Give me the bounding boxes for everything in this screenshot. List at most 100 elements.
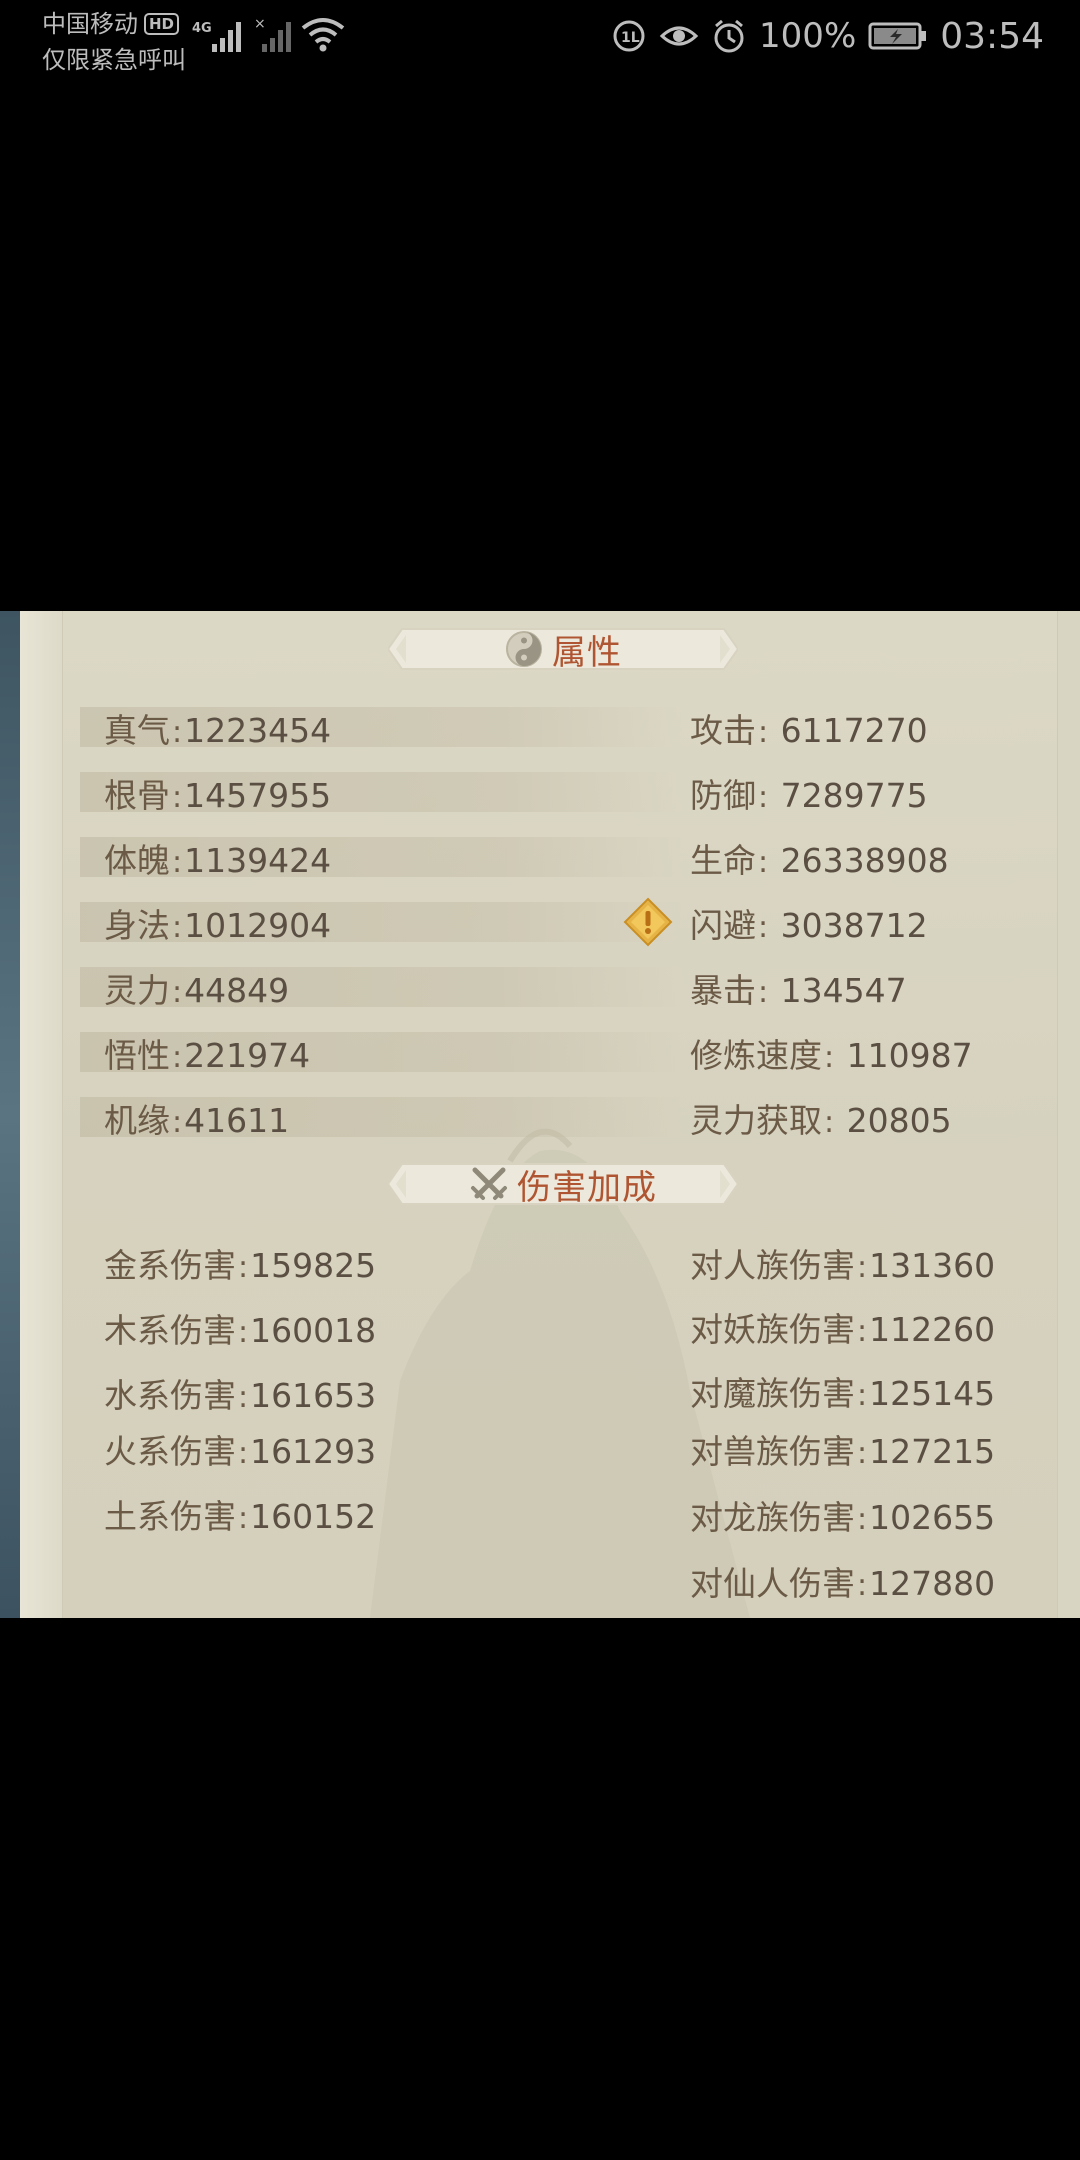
status-right-group: 1L 100% 03:54 bbox=[611, 12, 1044, 60]
stat-value: 20805 bbox=[846, 1101, 952, 1140]
stat-value: 134547 bbox=[780, 971, 907, 1010]
stat-label: 对兽族伤害 bbox=[690, 1432, 855, 1471]
stat-label: 生命 bbox=[690, 841, 756, 880]
signal-no-sim-icon: × bbox=[254, 16, 291, 52]
stat-value: 160018 bbox=[250, 1311, 377, 1350]
left-decor-strip bbox=[0, 611, 20, 1618]
stat-label: 灵力 bbox=[104, 971, 170, 1010]
dmg-vs-dragon: 对龙族伤害:102655 bbox=[690, 1498, 996, 1537]
svg-text:×: × bbox=[254, 16, 266, 32]
stat-value: 1457955 bbox=[184, 776, 332, 815]
stat-label: 攻击 bbox=[690, 711, 756, 750]
stat-label: 防御 bbox=[690, 776, 756, 815]
warning-diamond-icon[interactable] bbox=[623, 897, 673, 947]
stat-value: 6117270 bbox=[780, 711, 928, 750]
stat-label: 真气 bbox=[104, 711, 170, 750]
network-type-label: 4G bbox=[192, 21, 212, 36]
dmg-vs-mo: 对魔族伤害:125145 bbox=[690, 1374, 996, 1413]
attributes-title: 属性 bbox=[552, 632, 622, 673]
alarm-icon bbox=[714, 19, 744, 53]
stat-dodge: 闪避: 3038712 bbox=[690, 906, 928, 945]
dmg-vs-beast: 对兽族伤害:127215 bbox=[690, 1432, 996, 1471]
stat-label: 土系伤害 bbox=[104, 1497, 236, 1536]
stat-label: 暴击 bbox=[690, 971, 756, 1010]
carrier-name: 中国移动 bbox=[42, 10, 138, 38]
stat-value: 1223454 bbox=[184, 711, 332, 750]
stat-value: 44849 bbox=[184, 971, 290, 1010]
stat-label: 机缘 bbox=[104, 1101, 170, 1140]
stat-label: 修炼速度 bbox=[690, 1036, 822, 1075]
dmg-wood: 木系伤害:160018 bbox=[104, 1311, 377, 1350]
dmg-earth: 土系伤害:160152 bbox=[104, 1497, 377, 1536]
stat-value: 112260 bbox=[869, 1310, 996, 1349]
nfc-icon: 1L bbox=[613, 20, 645, 52]
dmg-fire: 火系伤害:161293 bbox=[104, 1432, 377, 1471]
stat-label: 体魄 bbox=[104, 841, 170, 880]
stat-gengu: 根骨:1457955 bbox=[104, 776, 332, 815]
stat-value: 131360 bbox=[869, 1246, 996, 1285]
stat-label: 对仙人伤害 bbox=[690, 1564, 855, 1603]
stat-hp: 生命: 26338908 bbox=[690, 841, 949, 880]
battery-charging-icon bbox=[868, 22, 927, 50]
stat-tipo: 体魄:1139424 bbox=[104, 841, 332, 880]
stat-label: 灵力获取 bbox=[690, 1101, 822, 1140]
stat-value: 3038712 bbox=[780, 906, 928, 945]
stat-label: 悟性 bbox=[104, 1036, 170, 1075]
attributes-header: 属性 bbox=[388, 625, 738, 673]
battery-percent: 100% bbox=[759, 16, 857, 56]
scroll-right-border bbox=[1057, 611, 1080, 1618]
stat-zhenqi: 真气:1223454 bbox=[104, 711, 332, 750]
wifi-icon bbox=[301, 18, 345, 52]
stat-jiyuan: 机缘:41611 bbox=[104, 1101, 290, 1140]
stat-value: 221974 bbox=[184, 1036, 311, 1075]
status-bar: 中国移动 HD 仅限紧急呼叫 4G × 1L 100% 03:54 bbox=[0, 0, 1080, 80]
stat-value: 41611 bbox=[184, 1101, 290, 1140]
stat-value: 127880 bbox=[869, 1564, 996, 1603]
stat-crit: 暴击: 134547 bbox=[690, 971, 907, 1010]
stat-value: 26338908 bbox=[780, 841, 949, 880]
dmg-vs-demon-yao: 对妖族伤害:112260 bbox=[690, 1310, 996, 1349]
stat-attack: 攻击: 6117270 bbox=[690, 711, 928, 750]
character-stats-panel: 属性 真气:1223454 根骨:1457955 体魄:1139424 身法:1… bbox=[0, 611, 1080, 1618]
stat-value: 127215 bbox=[869, 1432, 996, 1471]
stat-wuxing: 悟性:221974 bbox=[104, 1036, 311, 1075]
stat-label: 火系伤害 bbox=[104, 1432, 236, 1471]
stat-value: 1139424 bbox=[184, 841, 332, 880]
stat-lingli: 灵力:44849 bbox=[104, 971, 290, 1010]
damage-bonus-header: 伤害加成 bbox=[388, 1160, 738, 1208]
stat-lingli-gain: 灵力获取: 20805 bbox=[690, 1101, 952, 1140]
stat-shenfa: 身法:1012904 bbox=[104, 906, 332, 945]
eye-comfort-icon bbox=[659, 26, 699, 46]
hd-icon: HD bbox=[144, 13, 180, 35]
stat-label: 根骨 bbox=[104, 776, 170, 815]
stat-value: 125145 bbox=[869, 1374, 996, 1413]
stat-label: 木系伤害 bbox=[104, 1311, 236, 1350]
stat-label: 对龙族伤害 bbox=[690, 1498, 855, 1537]
svg-text:1L: 1L bbox=[621, 30, 640, 46]
stat-defense: 防御: 7289775 bbox=[690, 776, 928, 815]
damage-bonus-title: 伤害加成 bbox=[517, 1167, 657, 1208]
stat-cultivation-speed: 修炼速度: 110987 bbox=[690, 1036, 973, 1075]
stat-value: 160152 bbox=[250, 1497, 377, 1536]
stat-value: 159825 bbox=[250, 1246, 377, 1285]
dmg-vs-immortal: 对仙人伤害:127880 bbox=[690, 1564, 996, 1603]
stat-label: 水系伤害 bbox=[104, 1376, 236, 1415]
stat-value: 102655 bbox=[869, 1498, 996, 1537]
stat-value: 161653 bbox=[250, 1376, 377, 1415]
dmg-metal: 金系伤害:159825 bbox=[104, 1246, 377, 1285]
stat-label: 金系伤害 bbox=[104, 1246, 236, 1285]
stat-value: 1012904 bbox=[184, 906, 332, 945]
stat-value: 110987 bbox=[846, 1036, 973, 1075]
stat-label: 对妖族伤害 bbox=[690, 1310, 855, 1349]
stat-label: 对人族伤害 bbox=[690, 1246, 855, 1285]
stat-label: 闪避 bbox=[690, 906, 756, 945]
scroll-left-border bbox=[20, 611, 63, 1618]
stat-label: 对魔族伤害 bbox=[690, 1374, 855, 1413]
carrier-line: 中国移动 HD bbox=[42, 4, 180, 39]
crossed-swords-icon bbox=[471, 1167, 507, 1200]
dmg-water: 水系伤害:161653 bbox=[104, 1376, 377, 1415]
stat-value: 161293 bbox=[250, 1432, 377, 1471]
clock-time: 03:54 bbox=[940, 15, 1044, 57]
yin-yang-icon bbox=[506, 631, 542, 667]
emergency-only-text: 仅限紧急呼叫 bbox=[42, 46, 186, 74]
